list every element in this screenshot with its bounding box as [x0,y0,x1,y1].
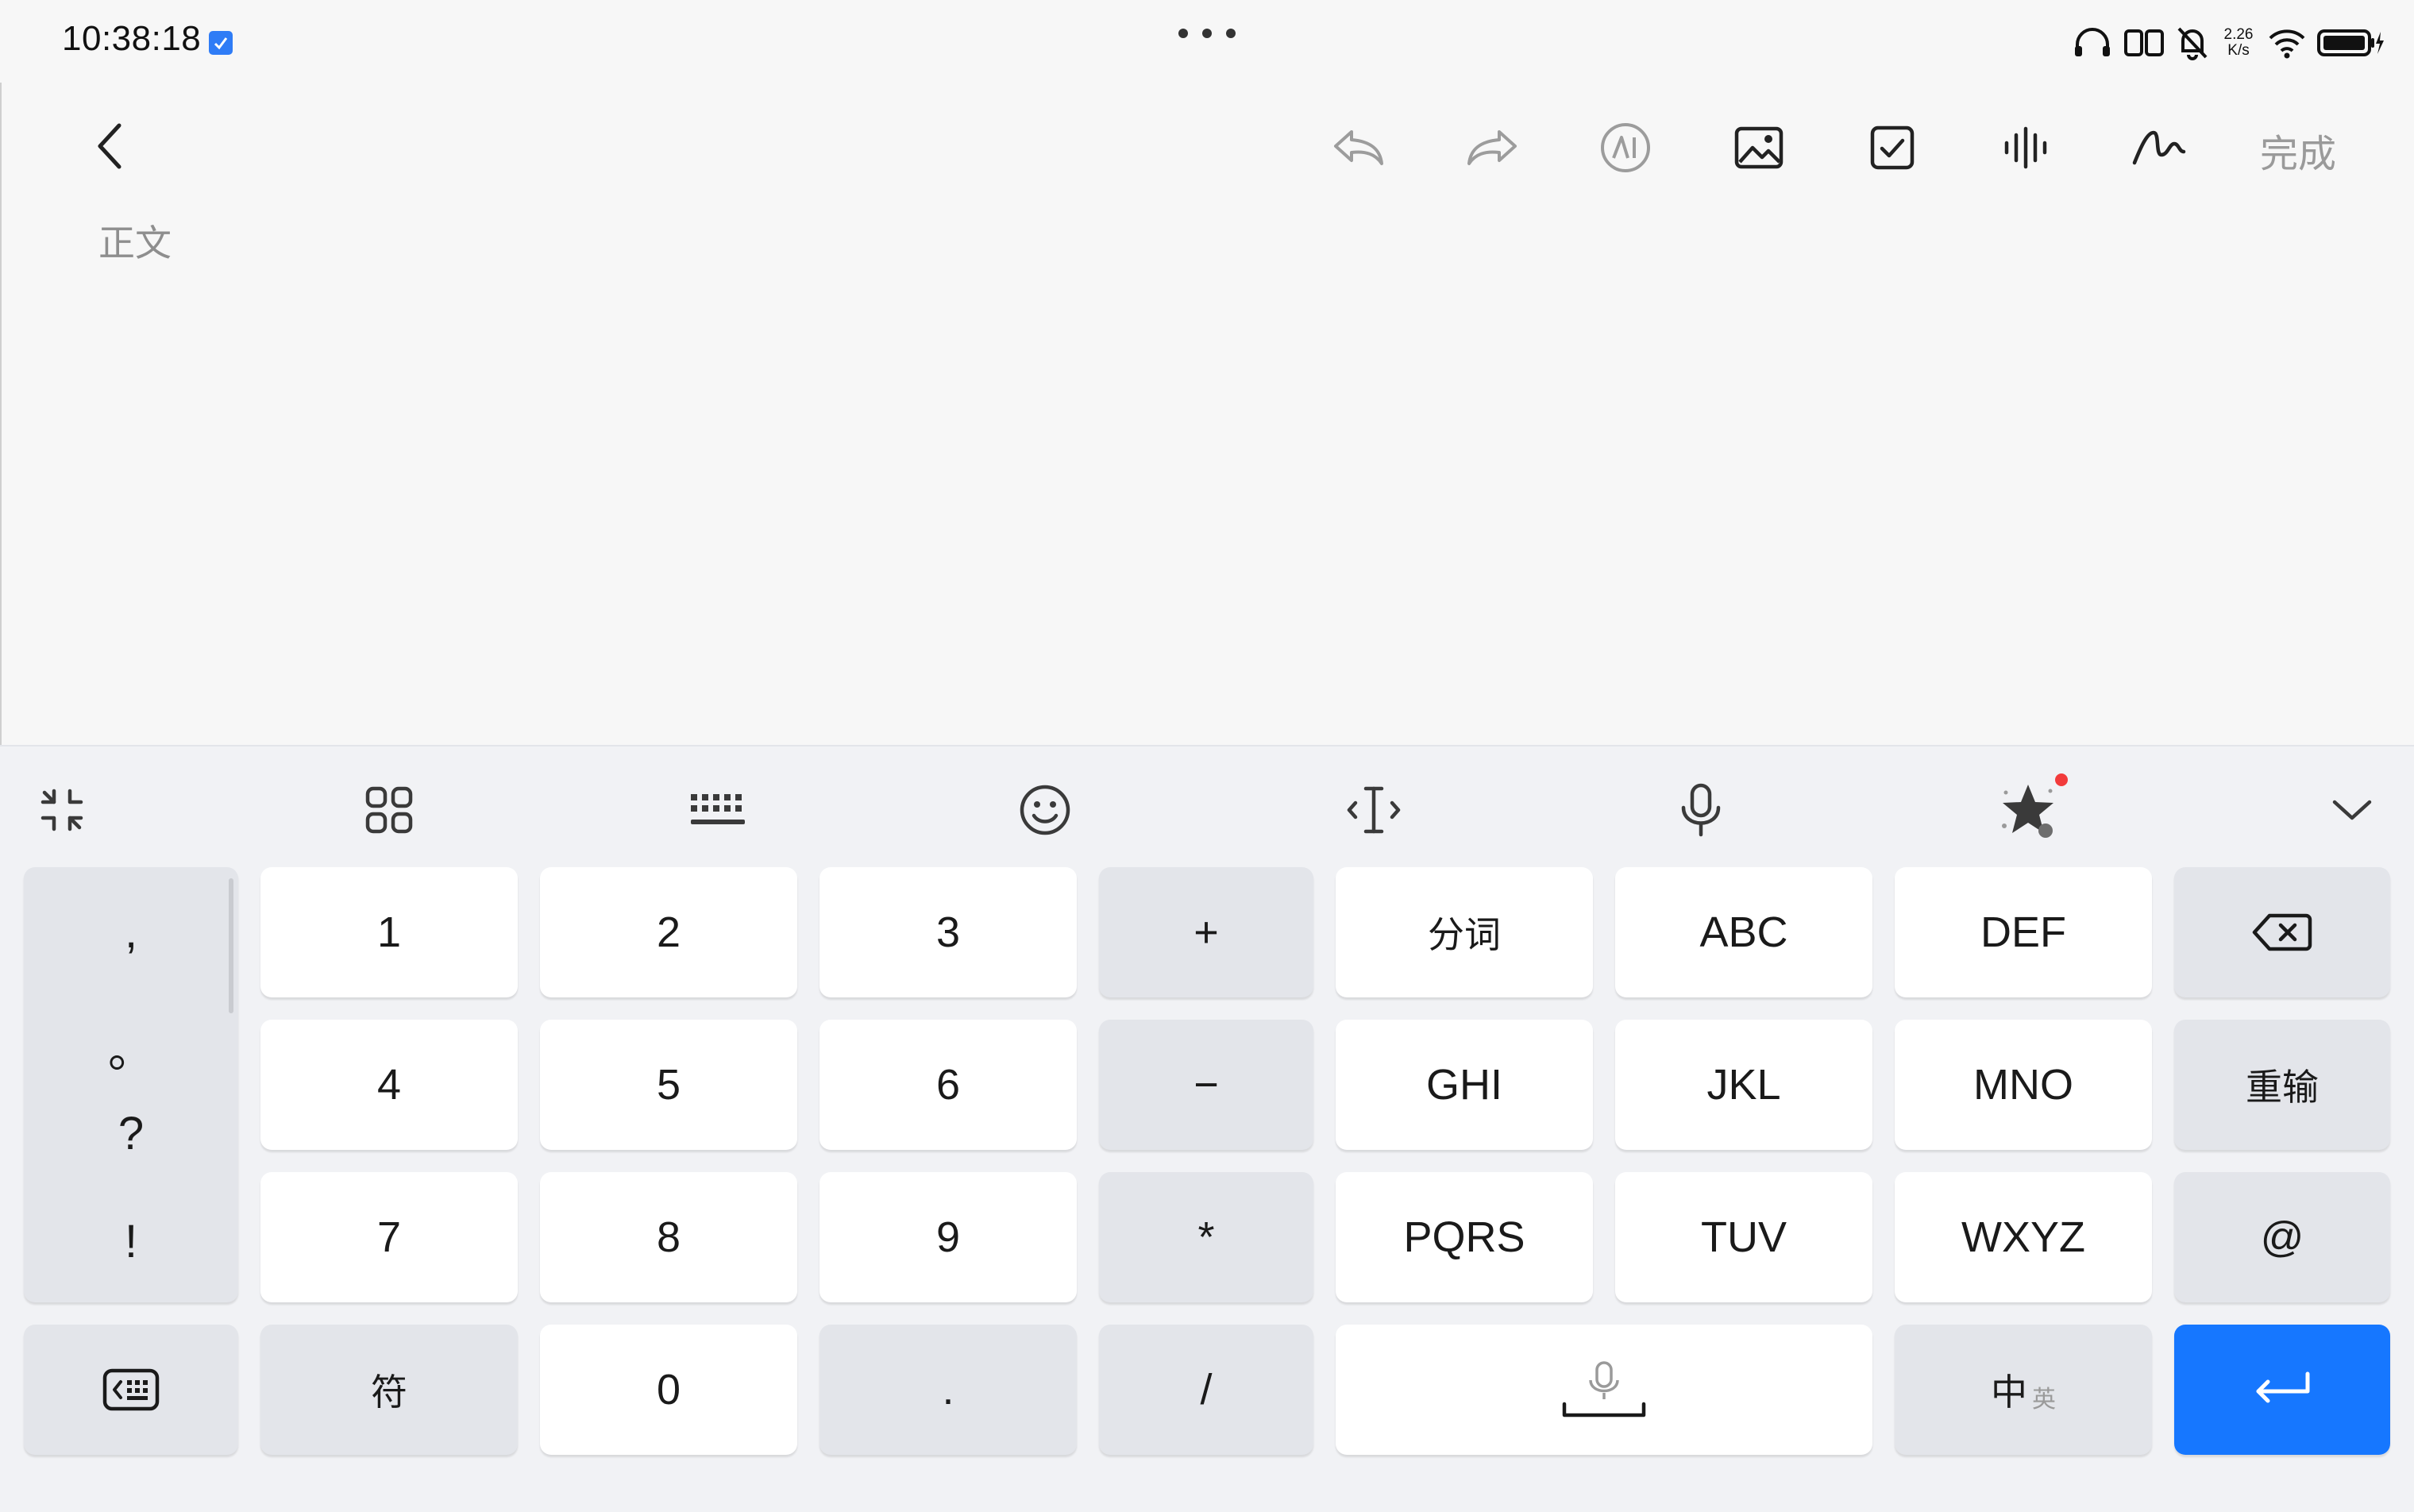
key-5[interactable]: 5 [540,1020,797,1150]
switch-keyboard-key[interactable] [24,1325,238,1455]
apps-grid-button[interactable] [349,770,429,850]
done-button[interactable]: 完成 [2260,122,2336,178]
keyboard-layout-button[interactable] [678,770,758,850]
enter-key[interactable] [2174,1325,2390,1455]
keyboard-switch-icon [102,1368,160,1411]
key-plus[interactable]: + [1099,867,1313,997]
voice-input-button[interactable] [1661,770,1741,850]
emoji-button[interactable] [1005,770,1085,850]
punct-exclaim-key[interactable]: ! [24,1215,238,1268]
apps-grid-icon [365,786,413,834]
wifi-icon [2269,29,2305,59]
key-wxyz[interactable]: WXYZ [1895,1172,2152,1302]
network-speed-value: 2.26 [2223,26,2254,43]
emoji-icon [1020,785,1070,835]
symbols-key-label: 符 [371,1371,407,1413]
hide-keyboard-button[interactable] [2312,770,2392,850]
status-time: 10:38:18 [62,19,202,58]
ai-button[interactable] [1590,116,1661,179]
key-6[interactable]: 6 [819,1020,1077,1150]
key-0[interactable]: 0 [540,1325,797,1455]
key-pqrs[interactable]: PQRS [1336,1172,1593,1302]
window-edge [0,83,2,746]
app-notification-icon [209,31,233,55]
undo-icon [1334,130,1383,165]
key-asterisk[interactable]: * [1099,1172,1313,1302]
symbols-key[interactable]: 符 [260,1325,518,1455]
redo-button[interactable] [1456,116,1528,179]
keyboard-layout-icon [691,794,745,824]
hide-keyboard-icon [2332,800,2372,820]
enter-icon [2256,1371,2310,1403]
sticker-icon [2002,785,2053,838]
handwriting-icon [2132,130,2186,165]
key-2[interactable]: 2 [540,867,797,997]
language-toggle-key[interactable]: 中英 [1895,1325,2152,1455]
space-mic-icon [1562,1361,1646,1418]
keyboard-toolbar [0,746,2414,866]
insert-image-button[interactable] [1723,116,1795,179]
collapse-keyboard-button[interactable] [22,770,102,850]
key-4[interactable]: 4 [260,1020,518,1150]
punctuation-scrollbar[interactable] [229,878,233,1013]
vibrate-icon [2124,29,2164,56]
battery-charging-icon [2317,29,2384,56]
key-3[interactable]: 3 [819,867,1077,997]
key-8[interactable]: 8 [540,1172,797,1302]
network-speed-unit: K/s [2227,42,2250,59]
key-slash[interactable]: / [1099,1325,1313,1455]
key-tuv[interactable]: TUV [1615,1172,1872,1302]
punct-period-key[interactable]: 。 [24,1013,238,1080]
punct-comma-key[interactable]: , [24,905,238,958]
notification-dot [2055,773,2068,786]
key-at[interactable]: @ [2174,1172,2390,1302]
key-minus[interactable]: − [1099,1020,1313,1150]
cursor-move-button[interactable] [1334,770,1413,850]
microphone-icon [1681,783,1721,837]
key-segment[interactable]: 分词 [1336,867,1593,997]
key-dot[interactable]: . [819,1325,1077,1455]
handwriting-button[interactable] [2123,116,2195,179]
undo-button[interactable] [1323,116,1394,179]
space-key[interactable] [1336,1325,1872,1455]
editor-toolbar [0,116,2414,179]
key-jkl[interactable]: JKL [1615,1020,1872,1150]
key-7[interactable]: 7 [260,1172,518,1302]
retype-key[interactable]: 重输 [2174,1020,2390,1150]
punct-question-key[interactable]: ? [24,1107,238,1160]
language-main-label: 中 [1991,1371,2027,1413]
key-abc[interactable]: ABC [1615,867,1872,997]
key-mno[interactable]: MNO [1895,1020,2152,1150]
voice-wave-icon [2004,126,2047,169]
collapse-icon [40,789,83,831]
language-sub-label: 英 [2032,1387,2056,1413]
body-text-area[interactable]: 正文 [98,214,172,267]
redo-icon [1467,130,1517,165]
key-9[interactable]: 9 [819,1172,1077,1302]
voice-record-button[interactable] [1990,116,2061,179]
retype-key-label: 重输 [2246,1066,2319,1108]
key-1[interactable]: 1 [260,867,518,997]
backspace-icon [2252,913,2312,951]
checklist-button[interactable] [1857,116,1928,179]
system-icons: 2.26 K/s [2073,22,2385,64]
network-speed: 2.26 K/s [2220,27,2257,59]
status-bar: 10:38:18 2.26 K/s [0,0,2414,83]
key-ghi[interactable]: GHI [1336,1020,1593,1150]
more-dots-icon[interactable] [1175,27,1239,40]
checkbox-icon [1870,125,1915,170]
cursor-move-icon [1347,786,1401,834]
key-def[interactable]: DEF [1895,867,2152,997]
mute-bell-icon [2177,27,2208,60]
key-segment-label: 分词 [1428,914,1501,955]
image-icon [1734,126,1784,169]
backspace-key[interactable] [2174,867,2390,997]
headphones-icon [2075,28,2110,56]
ai-icon [1601,123,1650,172]
